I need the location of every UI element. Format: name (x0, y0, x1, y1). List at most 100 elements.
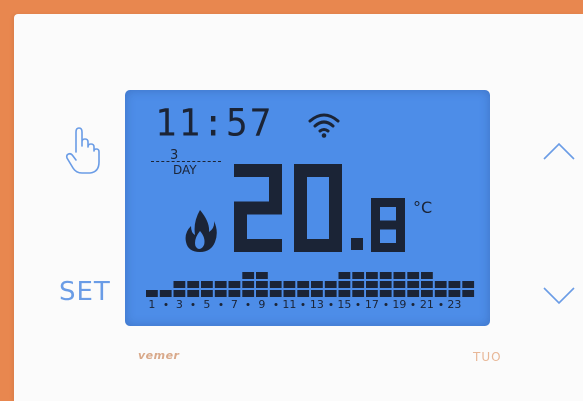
schedule-bar-segment (159, 290, 172, 297)
decimal-point (351, 238, 363, 250)
schedule-bar-segment (256, 272, 268, 279)
schedule-bar-segment (269, 290, 282, 297)
schedule-bar-segment (352, 281, 365, 288)
schedule-bar-segment (407, 290, 420, 297)
schedule-bar-segment (421, 290, 433, 297)
hour-dot (356, 303, 360, 306)
hour-dot (411, 303, 415, 306)
schedule-bar-segment (283, 281, 296, 288)
chevron-down-icon[interactable] (541, 282, 577, 310)
schedule-bar-segment (242, 281, 255, 288)
schedule-bar-segment (366, 281, 378, 288)
temperature-segment (269, 164, 282, 208)
schedule-bar-segment (379, 281, 392, 288)
schedule-bar-segment (379, 290, 392, 297)
schedule-bar-segment (201, 290, 213, 297)
schedule-bar-segment (393, 272, 406, 279)
schedule-bar-segment (393, 290, 406, 297)
temperature-segment (371, 220, 405, 230)
hour-label: 3 (175, 298, 183, 311)
schedule-bar-segment (146, 290, 158, 297)
temperature-segment (234, 239, 282, 252)
flame-icon (183, 208, 217, 254)
schedule-bar-segment (448, 281, 461, 288)
schedule-bar-segment (379, 272, 392, 279)
schedule-bar-segment (448, 290, 461, 297)
schedule-bars (146, 272, 475, 297)
schedule-bar-segment (256, 290, 268, 297)
hour-label: 7 (230, 298, 238, 311)
hour-dot (246, 303, 250, 306)
hour-dot (384, 303, 388, 306)
hour-dot (164, 303, 168, 306)
schedule-bar-segment (421, 272, 433, 279)
hour-label: 15 (337, 298, 352, 311)
model-label: TUO (473, 350, 502, 364)
hour-label: 13 (309, 298, 324, 311)
schedule-bar-segment (366, 290, 378, 297)
hour-dot (329, 303, 333, 306)
hour-label: 11 (282, 298, 297, 311)
schedule-bar-segment (173, 290, 186, 297)
set-button[interactable]: SET (59, 277, 111, 307)
day-label: DAY (173, 163, 197, 177)
schedule-bar-segment (187, 290, 200, 297)
hour-dot (301, 303, 305, 306)
temperature-unit: °C (413, 198, 433, 217)
hour-dot (219, 303, 223, 306)
schedule-bar-segment (173, 281, 186, 288)
schedule-bar-segment (407, 281, 420, 288)
schedule-bar-segment (283, 290, 296, 297)
schedule-bar-segment (338, 272, 351, 279)
schedule-bar-segment (407, 272, 420, 279)
temperature-segment (294, 164, 307, 208)
schedule-bar-segment (352, 272, 365, 279)
schedule-bar-segment (297, 281, 310, 288)
hour-dot (439, 303, 443, 306)
hand-icon[interactable] (62, 124, 102, 176)
day-divider (151, 161, 221, 162)
schedule-bar-segment (214, 290, 227, 297)
schedule-bar-segment (393, 281, 406, 288)
schedule-bar-segment (297, 290, 310, 297)
schedule-bar-segment (366, 272, 378, 279)
schedule-bar-segment (269, 281, 282, 288)
schedule-bar-segment (462, 290, 475, 297)
schedule-bar-segment (421, 281, 433, 288)
schedule-bar-segment (352, 290, 365, 297)
hour-label: 1 (148, 298, 156, 311)
brand-logo: vemer (138, 349, 180, 362)
schedule-bar-segment (338, 290, 351, 297)
hour-label: 17 (364, 298, 379, 311)
schedule-hours: 1 3 5 7 9 11 13 15 17 19 21 23 (145, 298, 475, 312)
schedule-bar-segment (242, 272, 255, 279)
chevron-up-icon[interactable] (541, 137, 577, 165)
schedule-bar-segment (311, 281, 323, 288)
hour-label: 21 (419, 298, 434, 311)
hour-label: 19 (392, 298, 407, 311)
hour-dot (274, 303, 278, 306)
schedule-bar-segment (201, 281, 213, 288)
schedule-bar-segment (214, 281, 227, 288)
schedule-bar-segment (462, 281, 475, 288)
schedule-bar-segment (324, 290, 337, 297)
schedule-bar-segment (311, 290, 323, 297)
schedule-bar-segment (338, 281, 351, 288)
schedule-bar-segment (228, 281, 241, 288)
temperature-segment (294, 208, 307, 252)
schedule-bar-segment (434, 281, 447, 288)
hour-label: 5 (203, 298, 211, 311)
hour-label: 9 (258, 298, 266, 311)
temperature-display (234, 164, 405, 252)
schedule-bar-segment (434, 290, 447, 297)
schedule-bar-segment (242, 290, 255, 297)
hour-dot (191, 303, 195, 306)
clock-time: 11:57 (155, 101, 274, 145)
schedule-bar-segment (324, 281, 337, 288)
wifi-icon (307, 111, 341, 139)
schedule-bar-segment (256, 281, 268, 288)
schedule-bar-segment (228, 290, 241, 297)
hour-label: 23 (447, 298, 462, 311)
temperature-segment (329, 164, 342, 208)
schedule-bar-segment (187, 281, 200, 288)
